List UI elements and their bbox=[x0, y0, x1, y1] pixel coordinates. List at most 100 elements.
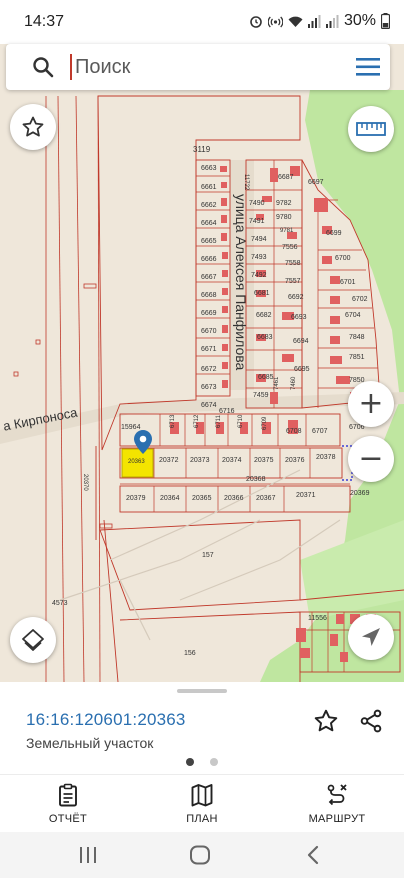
clipboard-icon bbox=[59, 783, 77, 807]
parcel-label: 20363 bbox=[128, 459, 145, 465]
parcel-label: 6704 bbox=[345, 312, 361, 319]
cadastral-map[interactable]: 3119 6663 6661 6662 6664 6665 6666 6667 6668 6669… bbox=[0, 44, 404, 682]
locate-button[interactable] bbox=[348, 614, 394, 660]
parcel-label: 3119 bbox=[193, 145, 211, 154]
parcel-label: 20372 bbox=[159, 457, 179, 464]
path-line bbox=[59, 519, 261, 601]
parcel-label: 6697 bbox=[308, 179, 324, 186]
parcel-label: 7493 bbox=[251, 254, 267, 261]
home-icon[interactable] bbox=[189, 845, 211, 865]
parcel-label: 9782 bbox=[276, 200, 292, 207]
street-label-panfilova: улица Алексея Панфилова bbox=[233, 194, 249, 371]
battery-percent: 30% bbox=[343, 12, 376, 29]
favorite-map-button[interactable] bbox=[10, 104, 56, 150]
location-pin-icon[interactable] bbox=[134, 430, 152, 454]
nav-plan[interactable]: ПЛАН bbox=[147, 775, 257, 833]
marker-small bbox=[99, 523, 113, 529]
status-time: 14:37 bbox=[24, 13, 65, 30]
parcel-label: 20375 bbox=[254, 457, 274, 464]
page-dot[interactable] bbox=[210, 758, 218, 766]
map-plan-icon bbox=[191, 784, 213, 807]
wifi-icon bbox=[288, 16, 303, 27]
path-line bbox=[119, 579, 151, 641]
back-icon[interactable] bbox=[306, 845, 320, 865]
map-canvas bbox=[0, 90, 404, 682]
zoom-in-label: + bbox=[358, 386, 384, 421]
parcel-label: 7491 bbox=[249, 218, 265, 225]
share-icon[interactable] bbox=[358, 708, 384, 734]
parcel-label: 7461 bbox=[274, 376, 280, 390]
parcel-label: 20370 bbox=[82, 474, 88, 491]
parcel-info-sheet[interactable]: 16:16:120601:20363 Земельный участок bbox=[0, 682, 404, 774]
parcel-label: 9780 bbox=[276, 214, 292, 221]
parcel-label: 7848 bbox=[349, 334, 365, 341]
parcel-label: 6682 bbox=[256, 312, 272, 319]
parcel-label: 6661 bbox=[201, 184, 217, 191]
search-input[interactable]: Поиск bbox=[70, 54, 130, 80]
parcel-label: 6711 bbox=[216, 415, 222, 428]
parcel-label: 7460 bbox=[291, 376, 297, 390]
parcel-label: 6699 bbox=[326, 230, 342, 237]
battery-icon bbox=[381, 13, 390, 29]
parcel-label: 6663 bbox=[201, 165, 217, 172]
parcel-label: 6692 bbox=[288, 294, 304, 301]
signal-icon bbox=[307, 14, 321, 28]
nav-report-label: ОТЧЁТ bbox=[48, 813, 88, 825]
parcel-label: 7851 bbox=[349, 354, 365, 361]
nav-route[interactable]: МАРШРУТ bbox=[282, 775, 392, 833]
star-outline-icon[interactable] bbox=[313, 708, 339, 734]
marker-small bbox=[83, 283, 97, 289]
marker-small bbox=[35, 339, 41, 345]
parcel-label: 7492 bbox=[251, 272, 267, 279]
parcel-label: 11556 bbox=[308, 615, 327, 622]
menu-icon[interactable] bbox=[354, 56, 382, 78]
layers-button[interactable] bbox=[10, 617, 56, 663]
status-icons: 30% bbox=[249, 12, 390, 30]
layers-icon bbox=[22, 629, 44, 651]
parcel-label: 6702 bbox=[352, 296, 368, 303]
parcel-label: 6695 bbox=[294, 366, 310, 373]
parcel-label: 6681 bbox=[254, 290, 270, 297]
system-navigation bbox=[0, 832, 404, 878]
parcel-label: 20364 bbox=[160, 495, 180, 502]
parcel-label: 6674 bbox=[201, 402, 217, 409]
navigation-arrow-icon bbox=[362, 628, 380, 646]
parcel-type: Земельный участок bbox=[26, 735, 154, 751]
parcel-label: 6667 bbox=[201, 274, 217, 281]
parcel-label: 7494 bbox=[251, 236, 267, 243]
zoom-in-button[interactable]: + bbox=[348, 381, 394, 427]
hotspot-icon bbox=[267, 16, 283, 28]
search-icon[interactable] bbox=[32, 56, 54, 78]
parcel-label: 11722 bbox=[243, 174, 249, 191]
parcel-label: 6694 bbox=[293, 338, 309, 345]
ruler-button[interactable] bbox=[348, 106, 394, 152]
parcel-label: 6673 bbox=[201, 384, 217, 391]
parcel-label: 6668 bbox=[201, 292, 217, 299]
parcel-label: 4573 bbox=[52, 600, 68, 607]
parcel-label: 6666 bbox=[201, 256, 217, 263]
parcel-label: 6700 bbox=[335, 255, 351, 262]
parcel-label: 6709 bbox=[262, 416, 268, 430]
parcel-label: 6708 bbox=[286, 428, 302, 435]
parcel-label: 6693 bbox=[291, 314, 307, 321]
recents-icon[interactable] bbox=[78, 846, 98, 864]
zoom-out-button[interactable]: − bbox=[348, 436, 394, 482]
parcel-label: 6665 bbox=[201, 238, 217, 245]
parcel-label: 20374 bbox=[222, 457, 242, 464]
bottom-navigation: ОТЧЁТ ПЛАН МАРШРУТ bbox=[0, 774, 404, 832]
page-dot-active[interactable] bbox=[186, 758, 194, 766]
parcel-label: 20369 bbox=[350, 490, 370, 497]
parcel-label: 20379 bbox=[126, 495, 146, 502]
parcel-row-6716 bbox=[119, 413, 341, 447]
parcel-label: 6687 bbox=[278, 174, 294, 181]
search-bar[interactable]: Поиск bbox=[6, 44, 390, 90]
parcel-label: 6713 bbox=[170, 414, 176, 428]
parcel-label: 6670 bbox=[201, 328, 217, 335]
nav-report[interactable]: ОТЧЁТ bbox=[13, 775, 123, 833]
parcel-label: 6710 bbox=[238, 414, 244, 428]
ruler-icon bbox=[356, 122, 386, 136]
sheet-drag-handle[interactable] bbox=[177, 689, 227, 693]
zoom-out-label: − bbox=[358, 441, 384, 476]
parcel-label: 6669 bbox=[201, 310, 217, 317]
parcel-label: 20373 bbox=[190, 457, 210, 464]
